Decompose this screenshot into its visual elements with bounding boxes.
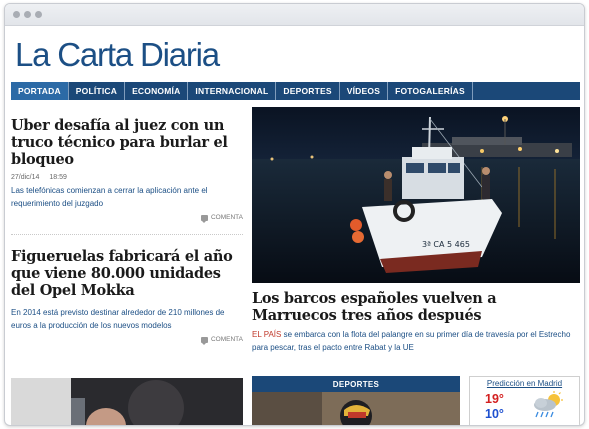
nav-item-internacional[interactable]: INTERNACIONAL	[188, 82, 277, 100]
comment-label: COMENTA	[210, 336, 243, 343]
article-summary: Las telefónicas comienzan a cerrar la ap…	[11, 186, 208, 208]
window-close-dot[interactable]	[13, 11, 20, 18]
weather-temps: 19° 10°	[485, 392, 504, 422]
fishing-boat-photo: 3ª CA 5 465	[252, 107, 580, 283]
temp-min: 10°	[485, 407, 504, 421]
deportes-photo[interactable]	[252, 392, 460, 425]
comment-icon	[200, 336, 208, 345]
nav-item-politica[interactable]: POLÍTICA	[69, 82, 126, 100]
comment-link[interactable]: COMENTA	[11, 336, 243, 345]
deportes-widget[interactable]: DEPORTES	[252, 376, 460, 425]
article-date: 27/dic/14	[11, 174, 40, 181]
feature-source[interactable]: EL PAÍS	[252, 330, 281, 339]
article-title[interactable]: Uber desafía al juez con un truco técnic…	[11, 117, 243, 168]
feature-title[interactable]: Los barcos españoles vuelven a Marruecos…	[252, 290, 580, 324]
rain-cloud-sun-icon	[534, 391, 563, 418]
article-time: 18:59	[49, 174, 67, 181]
article-title[interactable]: Figueruelas fabricará el año que viene 8…	[11, 248, 243, 299]
window-minimize-dot[interactable]	[24, 11, 31, 18]
comment-icon	[200, 214, 208, 223]
bottom-article-photo[interactable]	[11, 378, 243, 425]
weather-title[interactable]: Predicción en Madrid	[470, 379, 579, 388]
nav-item-deportes[interactable]: DEPORTES	[276, 82, 340, 100]
article-figueruelas: Figueruelas fabricará el año que viene 8…	[11, 248, 243, 345]
article-uber: Uber desafía al juez con un truco técnic…	[11, 117, 243, 223]
nav-item-videos[interactable]: VÍDEOS	[340, 82, 389, 100]
main-nav: PORTADA POLÍTICA ECONOMÍA INTERNACIONAL …	[11, 82, 580, 100]
feature-summary: EL PAÍS se embarca con la flota del pala…	[252, 329, 580, 354]
feature-summary-text: se embarca con la flota del palangre en …	[252, 330, 571, 352]
temp-max: 19°	[485, 392, 504, 406]
nav-item-fotogalerias[interactable]: FOTOGALERÍAS	[388, 82, 473, 100]
window-zoom-dot[interactable]	[35, 11, 42, 18]
window-titlebar	[5, 4, 584, 26]
weather-widget[interactable]: Predicción en Madrid 19° 10°	[469, 376, 580, 425]
article-summary: En 2014 está previsto destinar alrededor…	[11, 308, 225, 330]
article-divider	[11, 234, 243, 235]
nav-item-economia[interactable]: ECONOMÍA	[125, 82, 189, 100]
comment-link[interactable]: COMENTA	[11, 214, 243, 223]
page-content: La Carta Diaria PORTADA POLÍTICA ECONOMÍ…	[5, 26, 584, 425]
browser-window: La Carta Diaria PORTADA POLÍTICA ECONOMÍ…	[4, 3, 585, 426]
comment-label: COMENTA	[210, 214, 243, 221]
article-meta: 27/dic/14 18:59	[11, 174, 243, 181]
boat-registration: 3ª CA 5 465	[422, 240, 470, 249]
person-photo	[11, 378, 243, 425]
nav-item-portada[interactable]: PORTADA	[11, 82, 69, 100]
feature-photo[interactable]: 3ª CA 5 465	[252, 107, 580, 283]
deportes-header[interactable]: DEPORTES	[252, 376, 460, 392]
helmet-photo	[252, 392, 460, 425]
site-logo[interactable]: La Carta Diaria	[15, 36, 220, 74]
